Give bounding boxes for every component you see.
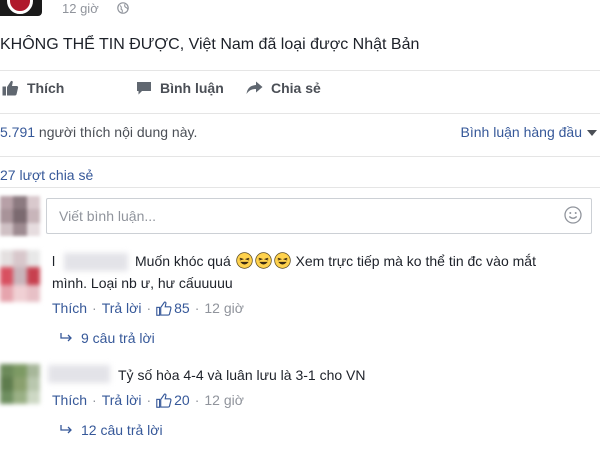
separator-dot: · xyxy=(146,300,152,316)
divider xyxy=(0,187,600,188)
avatar-pixel xyxy=(26,209,40,223)
thumbs-up-icon[interactable] xyxy=(156,300,172,316)
comment-text-line2: mình. Loại nb ư, hư cấuuuuu xyxy=(52,275,233,291)
laughing-face-icon xyxy=(254,252,272,269)
commenter-name-initial[interactable]: l xyxy=(52,250,55,272)
view-replies-link[interactable]: 9 câu trả lời xyxy=(60,330,155,346)
avatar-pixel xyxy=(26,390,40,404)
separator-dot: · xyxy=(92,392,97,408)
view-replies-link[interactable]: 12 câu trả lời xyxy=(60,422,163,438)
commenter-name-redacted[interactable] xyxy=(64,253,128,271)
likes-summary-text[interactable]: 5.791 người thích nội dung này. xyxy=(0,124,197,140)
divider xyxy=(0,70,600,71)
reply-arrow-icon xyxy=(60,333,72,342)
avatar-pixel xyxy=(0,222,14,236)
likes-count[interactable]: 5.791 xyxy=(0,124,35,140)
comment-sort-dropdown[interactable]: Bình luận hàng đầu xyxy=(461,124,582,140)
avatar-pixel xyxy=(26,250,40,268)
commenter-avatar[interactable] xyxy=(0,364,40,404)
replies-count: 9 câu trả lời xyxy=(81,330,155,346)
comment-timestamp[interactable]: 12 giờ xyxy=(204,300,244,316)
my-avatar xyxy=(0,196,40,236)
likes-summary: 5.791 người thích nội dung này. Bình luậ… xyxy=(0,124,600,144)
share-button[interactable]: Chia sẻ xyxy=(246,80,321,96)
divider xyxy=(0,156,600,157)
comment-meta: Thích · Trả lời · 20 · 12 giờ xyxy=(52,392,244,408)
separator-dot: · xyxy=(194,392,200,408)
avatar-pixel xyxy=(0,209,14,223)
separator-dot: · xyxy=(92,300,97,316)
avatar-pixel xyxy=(13,196,27,210)
comment-like-link[interactable]: Thích xyxy=(52,300,87,316)
comment-like-count[interactable]: 20 xyxy=(174,392,190,408)
smiley-icon[interactable] xyxy=(564,206,582,224)
likes-text: người thích nội dung này. xyxy=(35,124,198,140)
laughing-face-icon xyxy=(273,252,291,269)
post-timestamp[interactable]: 12 giờ xyxy=(62,1,99,16)
thumbs-up-icon[interactable] xyxy=(156,392,172,408)
divider xyxy=(0,113,600,114)
reply-arrow-icon xyxy=(60,425,72,434)
comment-button[interactable]: Bình luận xyxy=(136,80,600,96)
comment-like-link[interactable]: Thích xyxy=(52,392,87,408)
comment-reply-link[interactable]: Trả lời xyxy=(102,300,142,316)
commenter-avatar[interactable] xyxy=(0,250,40,302)
comment-text-part: Xem trực tiếp mà ko thể tin đc vào mắt xyxy=(291,253,536,269)
avatar-pixel xyxy=(0,364,14,378)
avatar-pixel xyxy=(13,222,27,236)
comment-timestamp[interactable]: 12 giờ xyxy=(204,392,244,408)
separator-dot: · xyxy=(146,392,152,408)
avatar-pixel xyxy=(13,364,27,378)
comment-text: Tỷ số hòa 4-4 và luân lưu là 3-1 cho VN xyxy=(118,367,366,383)
globe-icon xyxy=(117,2,129,14)
like-button[interactable]: Thích xyxy=(2,80,64,96)
comment-composer xyxy=(0,196,600,236)
separator-dot: · xyxy=(194,300,200,316)
avatar-pixel xyxy=(0,250,14,268)
avatar-pixel xyxy=(0,267,14,285)
thumbs-up-icon xyxy=(2,80,19,96)
avatar-pixel xyxy=(13,209,27,223)
post-text: KHÔNG THỂ TIN ĐƯỢC, Việt Nam đã loại đượ… xyxy=(0,36,420,53)
avatar-pixel xyxy=(13,284,27,302)
avatar-pixel xyxy=(26,284,40,302)
avatar-pixel xyxy=(13,377,27,391)
avatar-pixel xyxy=(26,222,40,236)
share-arrow-icon xyxy=(246,81,263,94)
speech-bubble-icon xyxy=(137,81,151,94)
commenter-name-redacted[interactable] xyxy=(48,365,110,383)
avatar-pixel xyxy=(0,377,14,391)
like-label: Thích xyxy=(27,80,65,96)
post-header: 12 giờ xyxy=(0,0,600,22)
laughing-face-icon xyxy=(235,252,253,269)
share-label: Chia sẻ xyxy=(271,80,321,96)
comment-meta: Thích · Trả lời · 85 · 12 giờ xyxy=(52,300,244,316)
avatar-pixel xyxy=(13,267,27,285)
shares-count[interactable]: 27 lượt chia sẻ xyxy=(0,167,93,183)
comment-label: Bình luận xyxy=(160,80,224,96)
avatar-pixel xyxy=(13,250,27,268)
page-avatar[interactable] xyxy=(0,0,42,16)
avatar-pixel xyxy=(26,196,40,210)
replies-count: 12 câu trả lời xyxy=(81,422,163,438)
avatar-pixel xyxy=(26,267,40,285)
avatar-pixel xyxy=(13,390,27,404)
avatar-pixel xyxy=(0,390,14,404)
comment-like-count[interactable]: 85 xyxy=(174,300,190,316)
avatar-pixel xyxy=(26,377,40,391)
avatar-pixel xyxy=(0,196,14,210)
avatar-pixel xyxy=(26,364,40,378)
comment-text: Muốn khóc quá Xem trực tiếp mà ko thể ti… xyxy=(135,250,536,272)
chevron-down-icon[interactable] xyxy=(587,130,597,136)
avatar-pixel xyxy=(0,284,14,302)
comment-reply-link[interactable]: Trả lời xyxy=(102,392,142,408)
comment-text-part: Muốn khóc quá xyxy=(135,253,235,269)
post-actions: Thích Bình luận Chia sẻ xyxy=(0,80,600,104)
comment-input[interactable] xyxy=(46,198,592,234)
